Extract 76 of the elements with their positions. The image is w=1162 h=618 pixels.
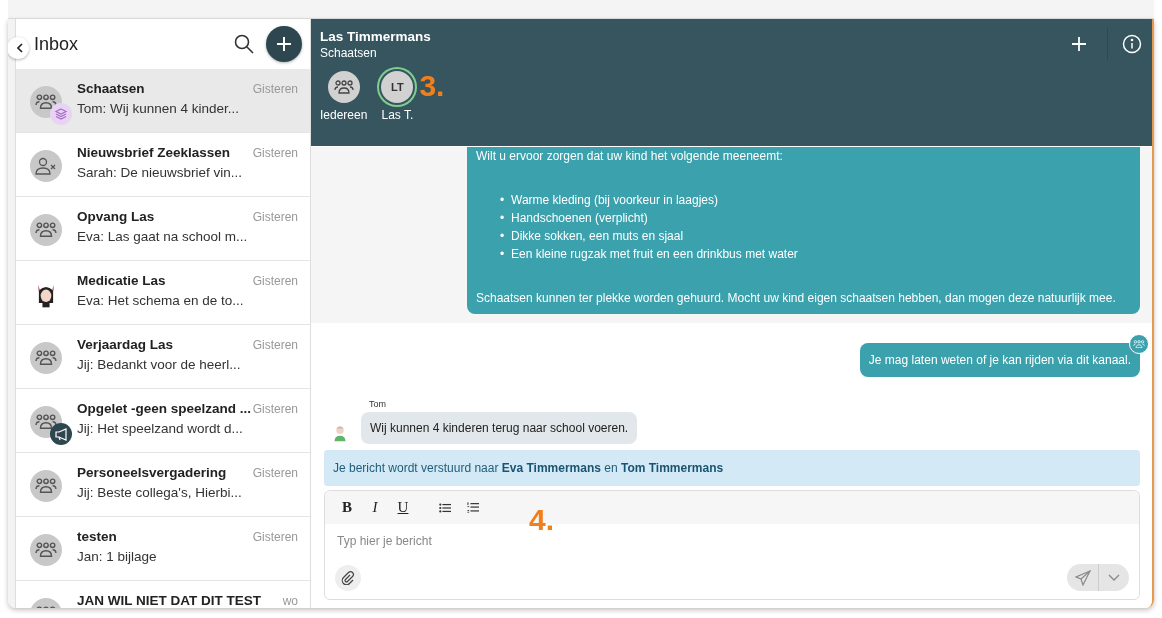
group-icon	[35, 414, 57, 430]
attach-button[interactable]	[335, 564, 361, 591]
bullet-marker: •	[500, 228, 506, 245]
conversation-item[interactable]: Schaatsen Gisteren Tom: Wij kunnen 4 kinder...	[16, 69, 310, 133]
chat-subtitle: Schaatsen	[320, 46, 378, 60]
numbered-list-icon	[467, 501, 479, 514]
conversation-preview: Jan: 1 bijlage	[77, 549, 158, 564]
bullet-marker: •	[500, 246, 506, 263]
message-bubble: Wij kunnen 4 kinderen terug naar school voeren.	[361, 412, 638, 444]
paperclip-icon	[341, 570, 355, 585]
message-list-item: Handschoenen (verplicht)	[511, 211, 648, 225]
group-icon	[333, 80, 354, 94]
conversation-time: Gisteren	[252, 402, 298, 416]
conversation-preview: Sarah: De nieuwsbrief vin...	[77, 165, 244, 180]
megaphone-badge-icon	[50, 423, 72, 445]
conversation-preview: Eva: Het schema en de to...	[77, 293, 245, 308]
message-list-item: Warme kleding (bij voorkeur in laagjes)	[511, 193, 718, 207]
bullet-list-icon	[439, 501, 451, 514]
conversation-time: Gisteren	[252, 210, 298, 224]
new-conversation-button[interactable]	[266, 26, 302, 62]
conversation-title: Medicatie Las	[77, 273, 166, 288]
chevron-down-icon	[1108, 574, 1120, 581]
message-list-item: Dikke sokken, een muts en sjaal	[511, 229, 684, 243]
conversation-time: Gisteren	[252, 274, 298, 288]
plus-icon	[276, 36, 292, 52]
conversation-title: Opgelet -geen speelzand ...	[77, 401, 252, 416]
conversation-time: wo	[282, 594, 298, 608]
conversation-title: Verjaardag Las	[77, 337, 174, 352]
conversation-time: Gisteren	[252, 530, 298, 544]
layers-badge-icon	[50, 103, 72, 125]
search-icon[interactable]	[234, 34, 254, 54]
conversation-title: testen	[77, 529, 117, 544]
group-icon	[1133, 339, 1145, 349]
person-removed-icon	[35, 157, 57, 175]
inbox-title: Inbox	[34, 33, 80, 55]
send-icon	[1074, 569, 1091, 586]
group-icon	[35, 542, 57, 558]
chevron-left-icon	[16, 43, 24, 53]
collapse-button[interactable]	[8, 37, 29, 59]
conversation-preview: Jij: Beste collega's, Hierbi...	[77, 485, 243, 500]
conversation-time: Gisteren	[252, 338, 298, 352]
bold-button[interactable]: B	[335, 495, 359, 520]
conversation-preview: Eva: Las gaat na school m...	[77, 229, 249, 244]
group-icon	[35, 222, 57, 238]
conversation-title: Nieuwsbrief Zeeklassen	[77, 145, 231, 160]
chat-title: Las Timmermans	[320, 29, 432, 44]
info-icon	[1122, 34, 1142, 54]
message-list-item: Een kleine rugzak met fruit en een drinkbus met water	[511, 247, 798, 261]
bullet-marker: •	[500, 210, 506, 227]
conversation-time: Gisteren	[252, 466, 298, 480]
conversation-preview: Jij: Bedankt voor de heerl...	[77, 357, 242, 372]
conversation-time: Gisteren	[252, 146, 298, 160]
sender-name: Tom	[369, 399, 387, 409]
conversation-time: Gisteren	[252, 82, 298, 96]
group-icon	[35, 350, 57, 366]
recipients-notice: Je bericht wordt verstuurd naar Eva Timmermans en Tom Timmermans	[324, 450, 1140, 486]
participant-tab[interactable]: LT Las T.	[381, 71, 414, 122]
underline-button[interactable]: U	[391, 495, 415, 520]
message-text: Je mag laten weten of je kan rijden via dit kanaal.	[868, 353, 1131, 367]
conversation-preview: Jij: Het speelzand wordt d...	[77, 421, 244, 436]
participant-tab[interactable]: Iedereen	[320, 71, 368, 122]
group-icon	[35, 478, 57, 494]
italic-button[interactable]: I	[363, 495, 387, 520]
conversation-title: JAN WIL NIET DAT DIT TEST	[77, 593, 261, 608]
conversation-preview: Tom: Wij kunnen 4 kinder...	[77, 101, 241, 116]
message-composer[interactable]: B I U 4. Typ hier je bericht	[324, 490, 1140, 600]
plus-icon	[1071, 36, 1087, 52]
step-annotation: 3.	[419, 71, 445, 101]
message-text: Wilt u ervoor zorgen dat uw kind het volgende meeneemt:	[476, 149, 784, 163]
conversation-title: Personeelsvergadering	[77, 465, 227, 480]
conversation-title: Opvang Las	[77, 209, 155, 224]
group-icon	[35, 94, 57, 110]
bullet-marker: •	[500, 192, 506, 209]
participant-avatar: LT	[381, 71, 414, 103]
conversation-title: Schaatsen	[77, 81, 145, 96]
message-text: Schaatsen kunnen ter plekke worden gehuurd. Mocht uw kind eigen schaatsen hebben, dan mogen deze natuurlijk mee.	[476, 291, 1117, 305]
